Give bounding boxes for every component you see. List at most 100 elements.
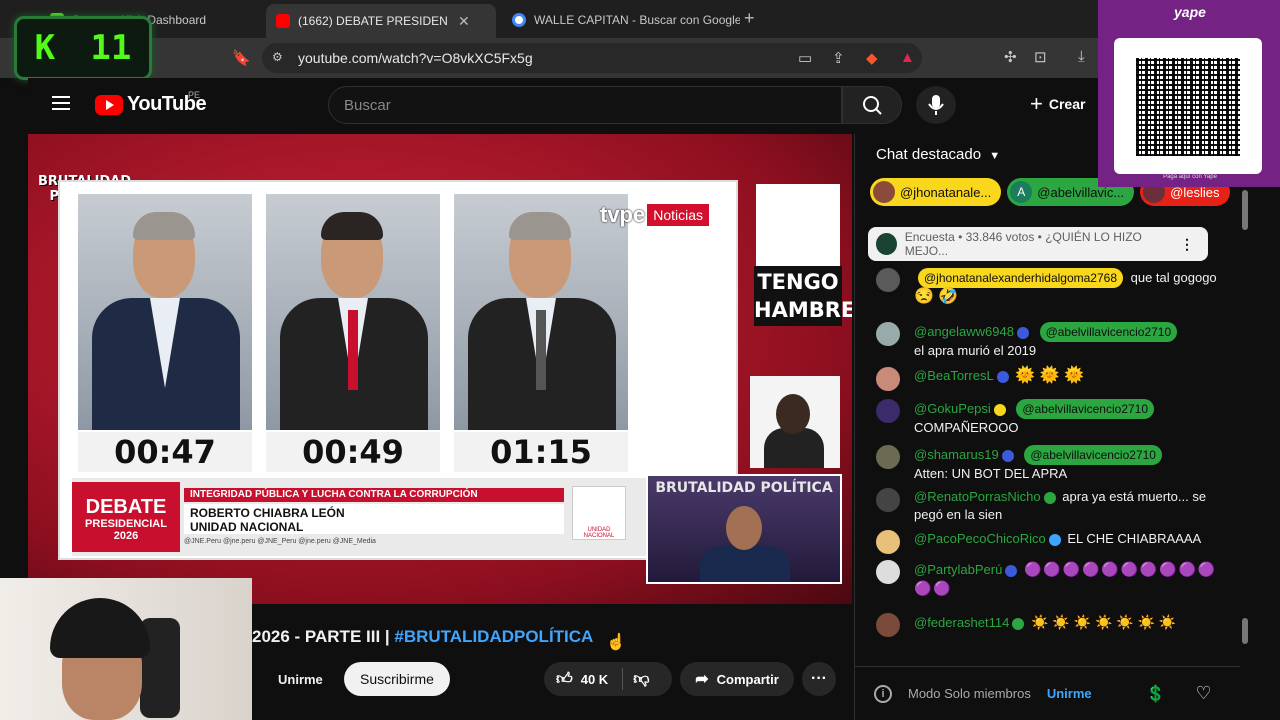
heart-icon[interactable]: ♡ bbox=[1196, 683, 1212, 704]
search-button[interactable] bbox=[842, 86, 902, 124]
message-author[interactable]: @shamarus19 bbox=[914, 447, 999, 462]
yape-logo: yape bbox=[1174, 4, 1206, 20]
tab-title: (1662) DEBATE PRESIDENCIAL bbox=[298, 14, 448, 28]
member-badge-icon bbox=[996, 370, 1009, 383]
message-text: EL CHE CHIABRAAAA bbox=[1067, 531, 1202, 546]
message-author[interactable]: @RenatoPorrasNicho bbox=[914, 489, 1041, 504]
message-author[interactable]: @BeaTorresL bbox=[914, 368, 994, 383]
more-actions-button[interactable]: ··· bbox=[802, 662, 836, 696]
message-emoji: 🌞 🌞 🌞 bbox=[1015, 367, 1084, 384]
video-player[interactable]: BRUTALIDAD POLÍTICA 00:47 00:49 01:15 tv… bbox=[28, 134, 852, 604]
avatar bbox=[876, 560, 900, 584]
message-author[interactable]: @PartylabPerú bbox=[914, 562, 1002, 577]
chat-mode-selector[interactable]: Chat destacado ▼ bbox=[876, 146, 1000, 163]
yape-qr-code bbox=[1136, 58, 1240, 156]
bookmark-icon[interactable]: 🔖 bbox=[232, 49, 251, 67]
youtube-favicon-icon bbox=[276, 14, 290, 28]
voice-search-button[interactable] bbox=[916, 86, 956, 124]
ticker-item[interactable]: @jhonatanale... bbox=[870, 178, 1002, 206]
chevron-down-icon: ▼ bbox=[989, 150, 1001, 162]
site-info-icon[interactable]: ⚙ bbox=[272, 50, 283, 64]
like-count[interactable]: 40 K bbox=[581, 672, 608, 687]
message-text: COMPAÑEROOO bbox=[914, 420, 1019, 435]
kick-viewer-badge: K 11 bbox=[14, 16, 152, 80]
mention-chip[interactable]: @jhonatanalexanderhidalgoma2768 bbox=[918, 268, 1123, 288]
candidate-left bbox=[78, 194, 252, 430]
rewards-icon[interactable]: ▲ bbox=[900, 49, 915, 66]
debate-label: DEBATE bbox=[85, 496, 167, 518]
member-badge-icon bbox=[993, 403, 1006, 416]
streamer-webcam bbox=[0, 578, 252, 720]
url-text: youtube.com/watch?v=O8vkXC5Fx5g bbox=[298, 50, 533, 66]
message-emoji: ☀️ ☀️ ☀️ ☀️ ☀️ ☀️ ☀️ bbox=[1030, 614, 1177, 630]
host-camera-overlay: BRUTALIDAD POLÍTICA bbox=[646, 474, 842, 584]
debate-sub: PRESIDENCIAL bbox=[85, 518, 167, 530]
search-icon bbox=[863, 96, 882, 115]
search-placeholder: Buscar bbox=[344, 96, 391, 114]
join-button[interactable]: Unirme bbox=[262, 662, 339, 696]
chat-scrollbar[interactable] bbox=[1240, 190, 1250, 660]
share-button[interactable]: ➦ Compartir bbox=[680, 662, 794, 696]
video-title: 2026 - PARTE III | #BRUTALIDADPOLÍTICA bbox=[252, 627, 593, 647]
yape-qr-container bbox=[1114, 38, 1262, 174]
country-code: PE bbox=[188, 90, 201, 100]
kick-logo-icon: K bbox=[34, 28, 56, 68]
more-vert-icon[interactable]: ⋮ bbox=[1180, 236, 1194, 253]
new-tab-button[interactable]: + bbox=[744, 8, 755, 29]
message-text: que tal gogogo bbox=[1130, 270, 1217, 285]
mention-chip[interactable]: @abelvillavicencio2710 bbox=[1024, 445, 1162, 465]
debate-topic: INTEGRIDAD PÚBLICA Y LUCHA CONTRA LA COR… bbox=[184, 488, 564, 502]
title-text: 2026 - PARTE III | bbox=[252, 627, 395, 646]
mouse-cursor-icon: ☝ bbox=[606, 634, 626, 651]
extensions-icon[interactable]: ✣ bbox=[1004, 48, 1017, 66]
chat-footer: i Modo Solo miembros Unirme 💲 ♡ bbox=[854, 666, 1240, 720]
create-label: Crear bbox=[1048, 96, 1086, 112]
cast-icon[interactable]: ▭ bbox=[798, 49, 812, 67]
chat-message: @PacoPecoChicoRico EL CHE CHIABRAAAA bbox=[876, 530, 1220, 554]
avatar bbox=[876, 233, 897, 255]
subscribe-button[interactable]: Suscribirme bbox=[344, 662, 450, 696]
menu-icon[interactable] bbox=[52, 96, 70, 110]
close-tab-icon[interactable]: ✕ bbox=[458, 13, 470, 30]
party-logo-text: UNIDAD NACIONAL bbox=[583, 527, 615, 539]
poll-banner[interactable]: Encuesta • 33.846 votos • ¿QUIÉN LO HIZO… bbox=[868, 227, 1208, 261]
share-icon[interactable]: ⇪ bbox=[832, 49, 845, 67]
tvpe-noticias: Noticias bbox=[647, 204, 710, 226]
chat-message: @BeaTorresL 🌞 🌞 🌞 bbox=[876, 367, 1220, 391]
share-arrow-icon: ➦ bbox=[695, 671, 709, 688]
download-icon[interactable]: ⤓ bbox=[1078, 48, 1085, 65]
message-emoji: 😒 🤣 bbox=[914, 288, 959, 305]
avatar bbox=[876, 268, 900, 292]
title-hashtag[interactable]: #BRUTALIDADPOLÍTICA bbox=[394, 627, 593, 646]
dislike-icon[interactable]: 👎︎ bbox=[633, 670, 649, 689]
chat-message: @GokuPepsi @abelvillavicencio2710 COMPAÑ… bbox=[876, 399, 1220, 437]
mention-chip[interactable]: @abelvillavicencio2710 bbox=[1039, 322, 1178, 342]
message-author[interactable]: @federashet114 bbox=[914, 615, 1009, 630]
timer-center: 00:49 bbox=[266, 432, 440, 472]
message-author[interactable]: @PacoPecoChicoRico bbox=[914, 531, 1046, 546]
message-text: Atten: UN BOT DEL APRA bbox=[914, 466, 1068, 481]
avatar bbox=[876, 445, 900, 469]
mention-chip[interactable]: @abelvillavicencio2710 bbox=[1016, 399, 1155, 419]
viewer-count: 11 bbox=[90, 28, 132, 68]
tab-google-search[interactable]: WALLE CAPITAN - Buscar con Google bbox=[502, 6, 740, 34]
message-author[interactable]: @angelaww6948 bbox=[914, 324, 1014, 339]
super-chat-icon[interactable]: 💲 bbox=[1146, 684, 1166, 704]
tab-youtube-debate[interactable]: (1662) DEBATE PRESIDENCIAL ✕ bbox=[266, 4, 496, 38]
member-badge-icon bbox=[1001, 449, 1014, 462]
search-input[interactable]: Buscar bbox=[328, 86, 842, 124]
brave-shield-icon[interactable]: ◆ bbox=[866, 49, 878, 67]
message-author[interactable]: @GokuPepsi bbox=[914, 401, 991, 416]
member-badge-icon bbox=[1048, 533, 1061, 546]
like-icon[interactable]: 👍︎ bbox=[556, 670, 573, 689]
tab-search-icon[interactable]: ⊡ bbox=[1034, 48, 1047, 66]
youtube-logo-icon[interactable] bbox=[95, 95, 123, 115]
chat-message: @federashet114 ☀️ ☀️ ☀️ ☀️ ☀️ ☀️ ☀️ bbox=[876, 613, 1220, 637]
url-field[interactable]: ⚙ youtube.com/watch?v=O8vkXC5Fx5g ▭ ⇪ ◆ … bbox=[262, 43, 922, 73]
info-icon[interactable]: i bbox=[874, 684, 892, 703]
candidate-nameplate: ROBERTO CHIABRA LEÓN UNIDAD NACIONAL bbox=[184, 504, 564, 534]
studio-title: BRUTALIDAD POLÍTICA bbox=[655, 480, 833, 496]
jne-socials: @JNE.Peru @jne.peru @JNE_Peru @jne.peru … bbox=[184, 538, 376, 545]
chat-join-link[interactable]: Unirme bbox=[1047, 686, 1092, 701]
browser-tabstrip: Stream - Kick Dashboard (1662) DEBATE PR… bbox=[0, 0, 1280, 38]
